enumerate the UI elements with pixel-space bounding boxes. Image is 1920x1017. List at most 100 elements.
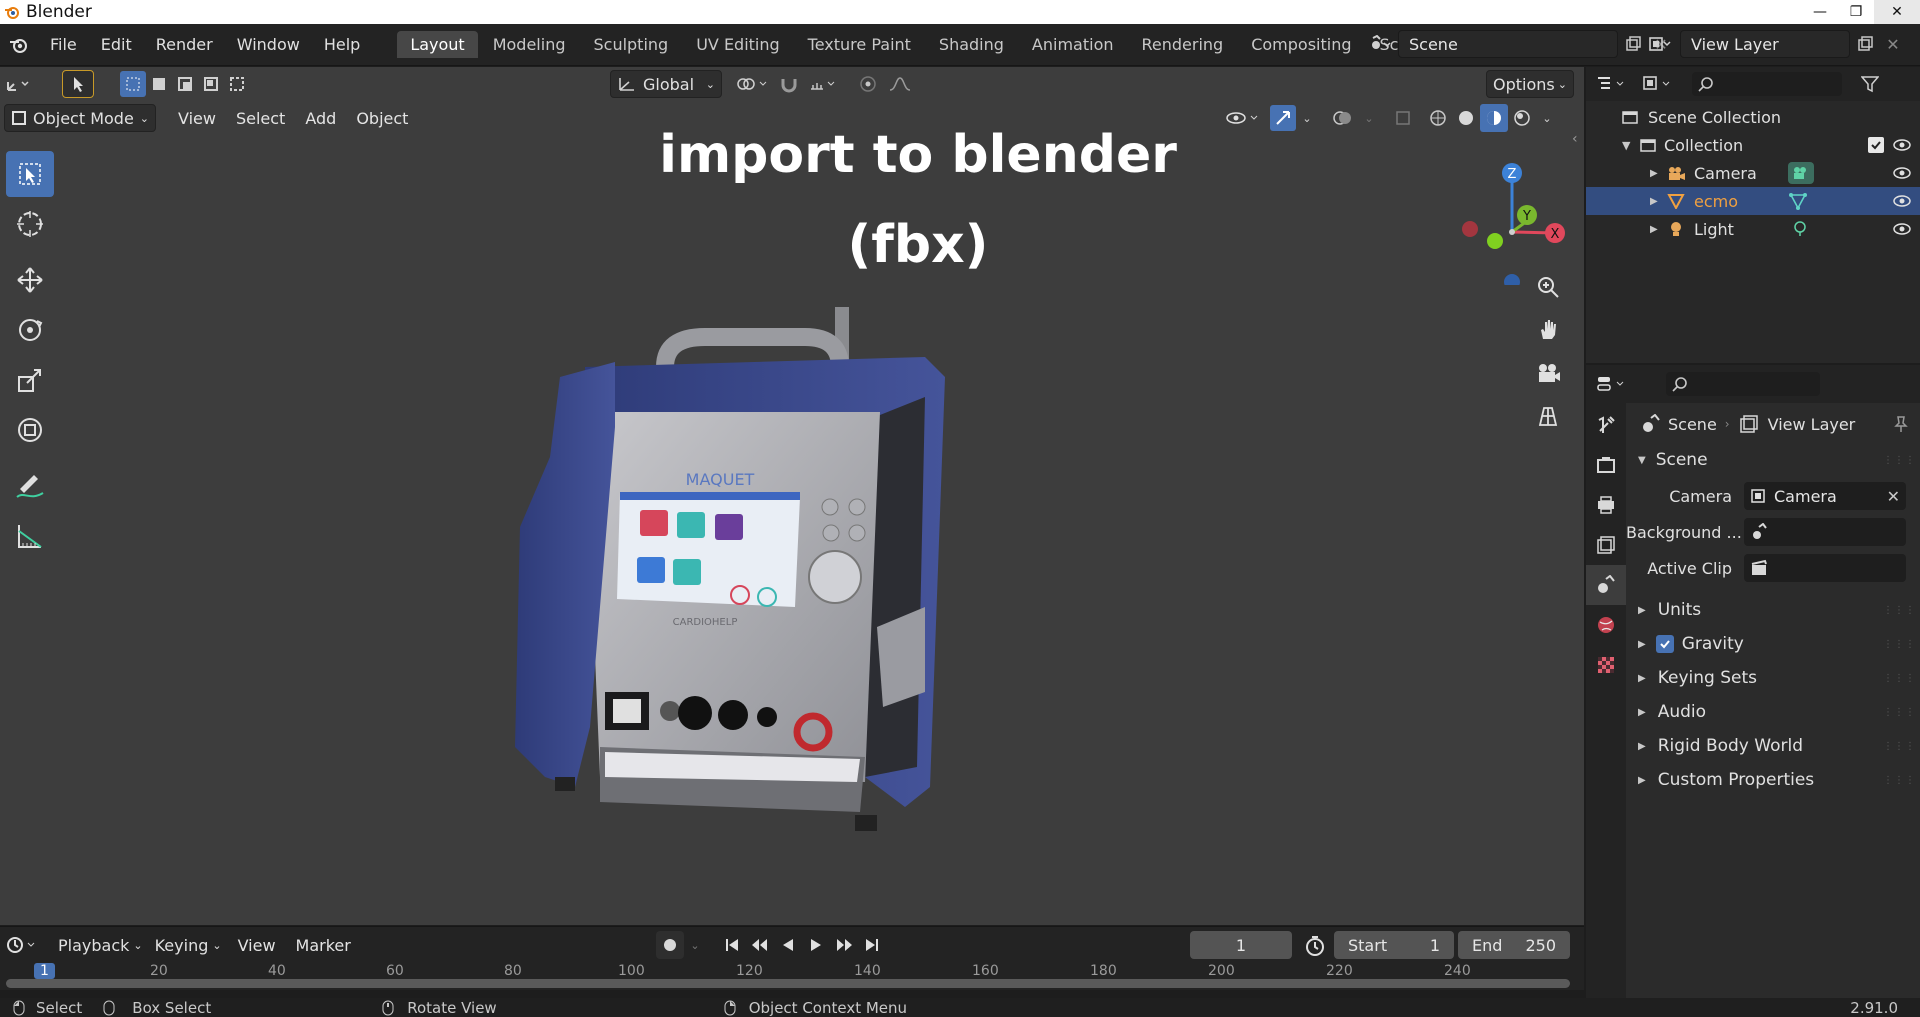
drag-handle-icon[interactable]: ⋮⋮⋮ xyxy=(1883,673,1916,684)
tab-shading[interactable]: Shading xyxy=(926,31,1017,58)
transform-orientation-dropdown[interactable]: Global ⌄ xyxy=(610,70,722,98)
outliner-item-light[interactable]: ▶ Light xyxy=(1586,215,1920,243)
outliner-search-input[interactable] xyxy=(1692,72,1842,96)
select-invert-icon[interactable] xyxy=(198,71,224,97)
pivot-point-icon[interactable] xyxy=(730,70,774,98)
drag-handle-icon[interactable]: ⋮⋮⋮ xyxy=(1883,639,1916,650)
gravity-panel-header[interactable]: ▶ Gravity ⋮⋮⋮ xyxy=(1626,627,1920,661)
tab-world[interactable] xyxy=(1586,605,1626,645)
timeline-editor-type-icon[interactable] xyxy=(0,935,46,955)
view-layer-new-icon[interactable] xyxy=(1850,36,1880,52)
tab-output[interactable] xyxy=(1586,485,1626,525)
tab-animation[interactable]: Animation xyxy=(1019,31,1127,58)
record-keyframe-icon[interactable] xyxy=(656,931,684,959)
camera-view-icon[interactable] xyxy=(1530,355,1566,391)
editor-type-selector[interactable] xyxy=(4,74,46,94)
drag-handle-icon[interactable]: ⋮⋮⋮ xyxy=(1883,741,1916,752)
menu-window[interactable]: Window xyxy=(225,35,312,54)
tool-transform[interactable] xyxy=(6,407,54,453)
tab-modeling[interactable]: Modeling xyxy=(480,31,579,58)
proportional-edit-icon[interactable] xyxy=(852,70,884,98)
select-intersect-icon[interactable] xyxy=(224,71,250,97)
preview-range-clock-icon[interactable] xyxy=(1304,935,1326,957)
chevron-down-icon[interactable]: ⌄ xyxy=(1296,112,1318,125)
tab-compositing[interactable]: Compositing xyxy=(1238,31,1364,58)
rigid-body-world-panel-header[interactable]: ▶ Rigid Body World ⋮⋮⋮ xyxy=(1626,729,1920,763)
properties-search-input[interactable] xyxy=(1666,372,1820,396)
outliner-item-ecmo[interactable]: ▶ ecmo xyxy=(1586,187,1920,215)
pan-hand-icon[interactable] xyxy=(1530,312,1566,348)
outliner-collection[interactable]: ▼ Collection xyxy=(1586,131,1920,159)
tab-view-layer[interactable] xyxy=(1586,525,1626,565)
close-window-button[interactable]: ✕ xyxy=(1874,0,1920,24)
active-clip-field[interactable] xyxy=(1744,554,1906,582)
tool-scale[interactable] xyxy=(6,357,54,403)
next-keyframe-icon[interactable] xyxy=(830,931,858,959)
select-tool-icon[interactable] xyxy=(62,70,94,98)
tool-measure[interactable] xyxy=(6,513,54,559)
view-layer-name-field[interactable]: View Layer xyxy=(1680,30,1850,58)
view-layer-remove-icon[interactable]: ✕ xyxy=(1880,35,1906,54)
expand-arrow-icon[interactable]: ▶ xyxy=(1650,224,1664,235)
jump-end-icon[interactable] xyxy=(858,931,886,959)
units-panel-header[interactable]: ▶ Units ⋮⋮⋮ xyxy=(1626,593,1920,627)
expand-arrow-icon[interactable]: ▶ xyxy=(1650,196,1664,207)
filter-funnel-icon[interactable] xyxy=(1852,75,1888,93)
end-frame-field[interactable]: End 250 xyxy=(1458,931,1570,959)
timeline-scrollbar[interactable] xyxy=(6,979,1570,988)
view-layer-browse-icon[interactable] xyxy=(1640,30,1680,58)
properties-editor-type-icon[interactable] xyxy=(1590,374,1636,394)
tab-scene[interactable] xyxy=(1586,565,1626,605)
eye-icon[interactable] xyxy=(1892,138,1912,152)
drag-handle-icon[interactable]: ⋮⋮⋮ xyxy=(1883,605,1916,616)
clear-field-icon[interactable]: ✕ xyxy=(1887,487,1900,506)
perspective-grid-icon[interactable] xyxy=(1530,398,1566,434)
maximize-button[interactable]: ❐ xyxy=(1838,0,1874,24)
menu-edit[interactable]: Edit xyxy=(89,35,144,54)
menu-marker[interactable]: Marker xyxy=(286,936,361,955)
custom-properties-panel-header[interactable]: ▶ Custom Properties ⋮⋮⋮ xyxy=(1626,763,1920,797)
tab-tool[interactable] xyxy=(1586,405,1626,445)
tab-rendering[interactable]: Rendering xyxy=(1129,31,1237,58)
play-reverse-icon[interactable] xyxy=(774,931,802,959)
navigation-gizmo[interactable]: Z Y X xyxy=(1455,155,1575,290)
tab-texture-paint[interactable]: Texture Paint xyxy=(795,31,924,58)
ecmo-device-model[interactable]: MAQUET CARDIOHELP xyxy=(505,307,1005,847)
camera-field[interactable]: Camera ✕ xyxy=(1744,482,1906,510)
background-scene-field[interactable] xyxy=(1744,518,1906,546)
pin-icon[interactable] xyxy=(1892,415,1910,433)
tab-layout[interactable]: Layout xyxy=(397,31,478,58)
light-data-icon[interactable] xyxy=(1792,220,1808,238)
scene-panel-header[interactable]: ▼ Scene ⋮⋮⋮ xyxy=(1626,443,1920,477)
snap-magnet-icon[interactable] xyxy=(774,70,804,98)
3d-viewport[interactable]: Global ⌄ Options ⌄ Object Mode ⌄ View Se… xyxy=(0,67,1584,925)
eye-icon[interactable] xyxy=(1892,166,1912,180)
options-dropdown[interactable]: Options ⌄ xyxy=(1486,70,1574,98)
chevron-down-icon[interactable]: ⌄ xyxy=(1536,112,1558,125)
snap-target-icon[interactable] xyxy=(804,70,842,98)
jump-start-icon[interactable] xyxy=(718,931,746,959)
minimize-button[interactable]: — xyxy=(1802,0,1838,24)
menu-help[interactable]: Help xyxy=(312,35,372,54)
start-frame-field[interactable]: Start 1 xyxy=(1334,931,1454,959)
scene-browse-icon[interactable] xyxy=(1362,30,1398,58)
outliner-editor-type-icon[interactable] xyxy=(1590,74,1636,94)
drag-handle-icon[interactable]: ⋮⋮⋮ xyxy=(1883,775,1916,786)
tool-annotate[interactable] xyxy=(6,463,54,509)
zoom-icon[interactable] xyxy=(1530,269,1566,305)
drag-handle-icon[interactable]: ⋮⋮⋮ xyxy=(1883,707,1916,718)
keying-sets-panel-header[interactable]: ▶ Keying Sets ⋮⋮⋮ xyxy=(1626,661,1920,695)
outliner-scene-collection[interactable]: Scene Collection xyxy=(1586,103,1920,131)
expand-arrow-icon[interactable]: ▼ xyxy=(1622,139,1636,152)
drag-handle-icon[interactable]: ⋮⋮⋮ xyxy=(1883,455,1916,466)
eye-icon[interactable] xyxy=(1892,222,1912,236)
scene-name-field[interactable]: Scene xyxy=(1398,30,1618,58)
expand-arrow-icon[interactable]: ▶ xyxy=(1650,168,1664,179)
tab-render[interactable] xyxy=(1586,445,1626,485)
chevron-down-icon[interactable]: ⌄ xyxy=(1358,112,1380,125)
tab-uv-editing[interactable]: UV Editing xyxy=(683,31,792,58)
current-frame-field[interactable]: 1 xyxy=(1190,931,1292,959)
menu-timeline-view[interactable]: View xyxy=(228,936,286,955)
camera-data-icon[interactable] xyxy=(1788,162,1814,184)
eye-icon[interactable] xyxy=(1892,194,1912,208)
